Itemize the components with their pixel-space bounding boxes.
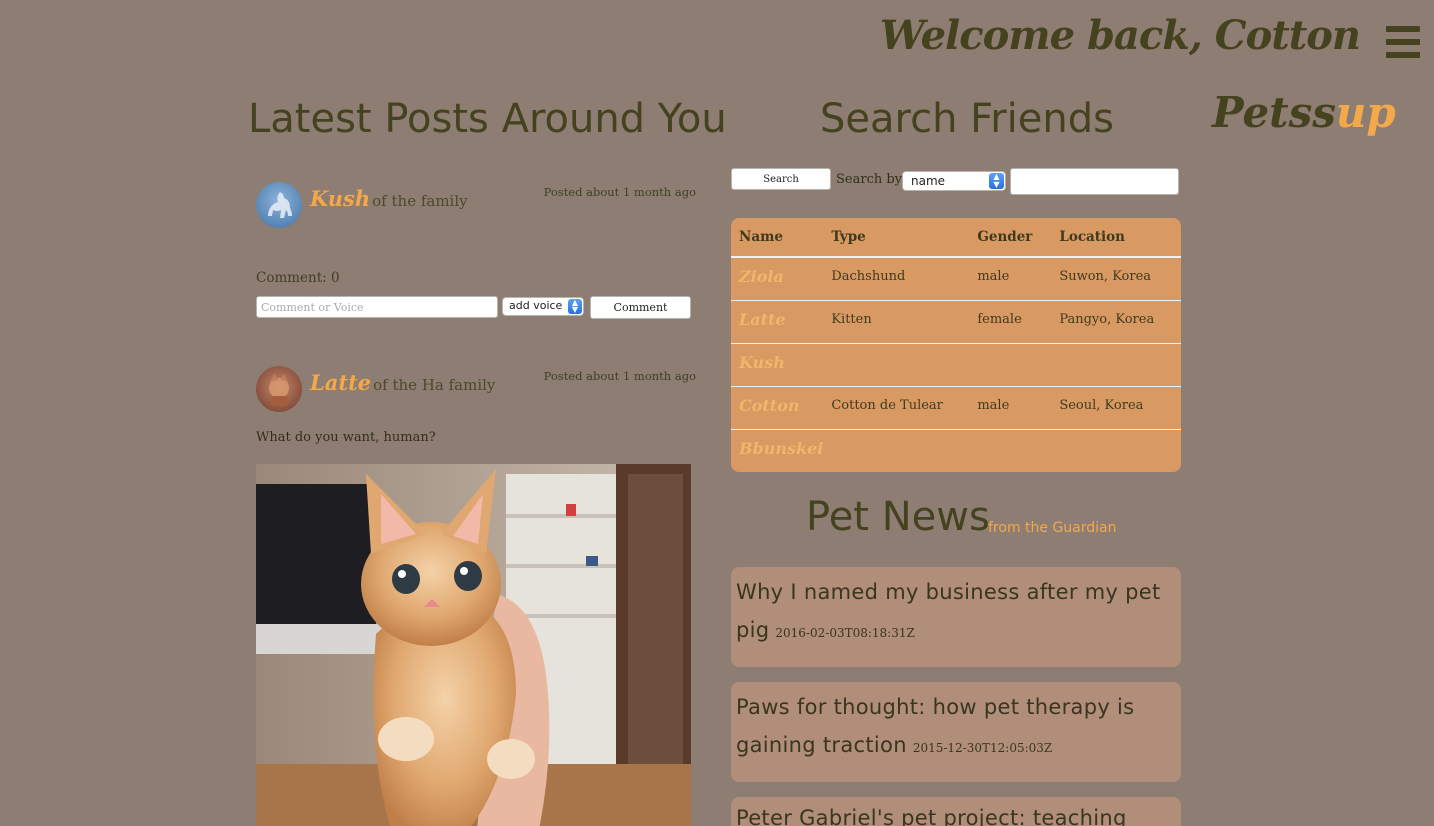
search-input[interactable] bbox=[1010, 168, 1179, 195]
search-row: Search Search by name ▲ ▼ bbox=[731, 168, 1181, 196]
search-friends-heading: Search Friends bbox=[820, 96, 1114, 142]
post-timestamp: Posted about 1 month ago bbox=[543, 369, 696, 383]
friend-location bbox=[1051, 429, 1181, 472]
column-header: Location bbox=[1051, 218, 1181, 258]
friend-type bbox=[823, 343, 970, 387]
news-date: 2015-12-30T12:05:03Z bbox=[912, 741, 1053, 755]
welcome-message: Welcome back, Cotton bbox=[879, 12, 1361, 59]
table-row[interactable]: Latte Kitten female Pangyo, Korea bbox=[731, 300, 1181, 344]
post-card: Kush of the family Posted about 1 month a… bbox=[256, 182, 696, 319]
column-header: Type bbox=[823, 218, 970, 258]
friend-location: Pangyo, Korea bbox=[1051, 300, 1181, 344]
table-row[interactable]: Ziola Dachshund male Suwon, Korea bbox=[731, 257, 1181, 301]
friend-name[interactable]: Latte bbox=[731, 300, 824, 344]
post-pet-name[interactable]: Kush of the family bbox=[310, 186, 468, 211]
hamburger-menu-icon[interactable] bbox=[1386, 26, 1420, 58]
table-row[interactable]: Bbunskei bbox=[731, 429, 1181, 472]
pet-avatar[interactable] bbox=[256, 182, 302, 228]
friend-gender: female bbox=[969, 300, 1052, 344]
pet-news-heading: Pet News bbox=[806, 494, 990, 540]
search-by-label: Search by bbox=[836, 172, 903, 187]
brand-main: Petss bbox=[1212, 88, 1336, 137]
friend-type: Kitten bbox=[823, 300, 970, 344]
friend-name[interactable]: Bbunskei bbox=[731, 429, 823, 472]
friend-type: Cotton de Tulear bbox=[823, 386, 970, 430]
add-voice-select[interactable]: add voice ▲ ▼ bbox=[502, 297, 584, 316]
friend-gender bbox=[969, 343, 1052, 387]
friend-gender bbox=[969, 429, 1051, 472]
post-timestamp: Posted about 1 month ago bbox=[543, 185, 696, 199]
comment-count: Comment: 0 bbox=[256, 270, 340, 286]
friend-location: Suwon, Korea bbox=[1051, 257, 1181, 301]
friend-name[interactable]: Ziola bbox=[731, 257, 824, 301]
select-arrows-icon: ▲ ▼ bbox=[568, 299, 582, 314]
table-header-row: Name Type Gender Location bbox=[731, 218, 1181, 258]
news-card[interactable]: Why I named my business after my pet pig… bbox=[731, 567, 1181, 667]
select-arrows-icon: ▲ ▼ bbox=[989, 173, 1004, 189]
comment-row: add voice ▲▼ Comment bbox=[256, 296, 696, 319]
post-photo-kitten[interactable] bbox=[256, 464, 691, 826]
table-row[interactable]: Cotton Cotton de Tulear male Seoul, Kore… bbox=[731, 386, 1181, 430]
table-row[interactable]: Kush bbox=[731, 343, 1181, 387]
friends-table: Name Type Gender Location Ziola Dachshun… bbox=[731, 218, 1181, 472]
posts-heading: Latest Posts Around You bbox=[248, 96, 727, 142]
pet-news-source: from the Guardian bbox=[988, 520, 1117, 536]
column-header: Gender bbox=[969, 218, 1052, 258]
friend-gender: male bbox=[969, 386, 1052, 430]
post-family: of the family bbox=[372, 192, 468, 210]
brand-accent: up bbox=[1335, 88, 1396, 137]
news-card[interactable]: Paws for thought: how pet therapy is gai… bbox=[731, 682, 1181, 782]
news-title[interactable]: Peter Gabriel's pet project: teaching bbox=[736, 806, 1127, 826]
column-header: Name bbox=[731, 218, 824, 258]
news-date: 2016-02-03T08:18:31Z bbox=[775, 626, 915, 640]
post-text: What do you want, human? bbox=[256, 430, 436, 445]
friend-location: Seoul, Korea bbox=[1051, 386, 1181, 430]
comment-button[interactable]: Comment bbox=[590, 296, 691, 319]
search-button[interactable]: Search bbox=[731, 168, 831, 190]
top-bar: Welcome back, Cotton bbox=[0, 0, 1434, 76]
brand-logo[interactable]: Petssup bbox=[1212, 88, 1396, 137]
friend-type: Dachshund bbox=[823, 257, 970, 301]
friend-name[interactable]: Kush bbox=[731, 343, 824, 387]
search-by-select[interactable]: name ▲ ▼ bbox=[902, 171, 1006, 191]
friend-name[interactable]: Cotton bbox=[731, 386, 824, 430]
post-pet-name[interactable]: Latte of the Ha family bbox=[310, 370, 495, 395]
friend-type bbox=[823, 429, 969, 472]
post-card: Latte of the Ha family Posted about 1 mon… bbox=[256, 366, 696, 826]
pet-avatar[interactable] bbox=[256, 366, 302, 412]
friend-location bbox=[1051, 343, 1181, 387]
comment-input[interactable] bbox=[256, 296, 498, 318]
news-card[interactable]: Peter Gabriel's pet project: teaching bbox=[731, 797, 1181, 826]
friend-gender: male bbox=[969, 257, 1052, 301]
post-family: of the Ha family bbox=[373, 376, 496, 394]
